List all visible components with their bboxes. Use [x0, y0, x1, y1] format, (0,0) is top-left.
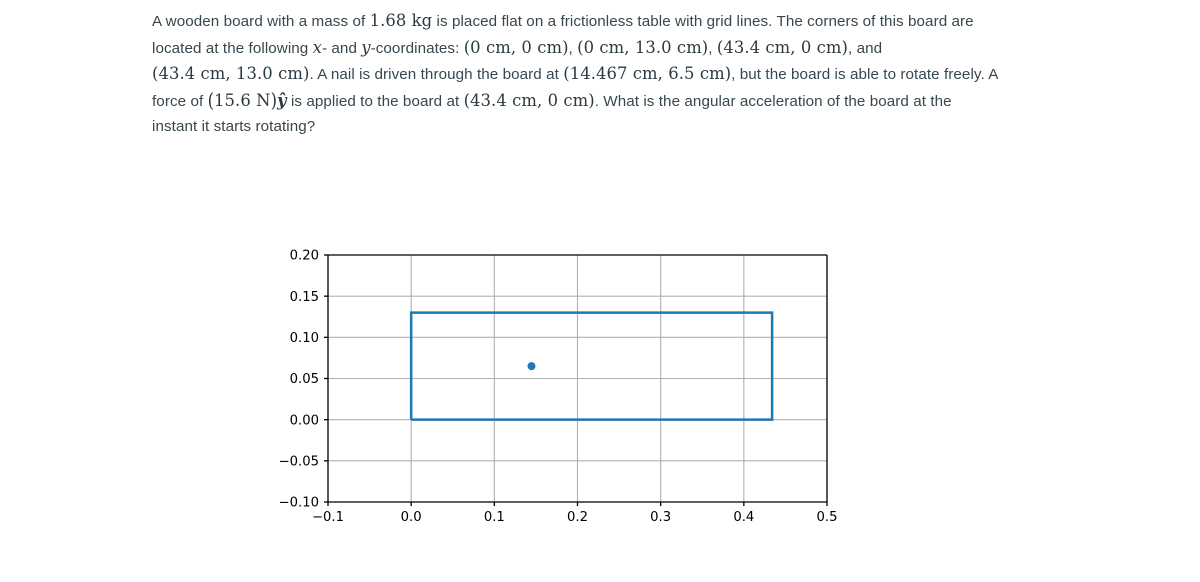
physics-diagram-figure: −0.1 0.0 0.1 0.2 0.3 0.4 0.5 0.20 0.15 0.10 0.05 0… — [0, 196, 1200, 582]
y-tick-label: −0.05 — [279, 454, 319, 469]
board-plot: −0.1 0.0 0.1 0.2 0.3 0.4 0.5 0.200.150.100.050… — [279, 249, 838, 525]
corner-separator-3: , and — [848, 39, 883, 57]
variable-y: y — [361, 37, 371, 57]
y-tick-label: 0.10 — [290, 331, 319, 346]
x-tick-label: 0.0 — [401, 510, 422, 525]
variable-x: x — [312, 37, 322, 57]
force-expression: (15.6 N)ŷ — [207, 88, 287, 112]
nail-coordinate: (14.467 cm, 6.5 cm) — [563, 64, 732, 83]
mass-value: 1.68 kg — [369, 11, 433, 30]
problem-text-segment-5: . A nail is driven through the board at — [309, 66, 564, 83]
y-tick-label: 0.00 — [290, 413, 319, 428]
x-tick-label: 0.5 — [817, 510, 838, 525]
corner-separator-2: , — [708, 39, 717, 57]
y-tick-label: −0.10 — [279, 496, 319, 511]
corner-coordinate-3: (43.4 cm, 0 cm) — [716, 37, 849, 57]
force-application-coordinate: (43.4 cm, 0 cm) — [463, 90, 595, 110]
y-tick-label: 0.20 — [290, 249, 319, 264]
y-tick-label: 0.05 — [290, 372, 319, 387]
problem-text-segment-7: is applied to the board at — [286, 92, 464, 110]
problem-statement: A wooden board with a mass of 1.68 kg is… — [152, 8, 1000, 140]
x-tick-label: 0.1 — [484, 510, 505, 525]
corner-coordinate-1: (0 cm, 0 cm) — [463, 37, 569, 57]
corner-coordinate-4: (43.4 cm, 13.0 cm) — [152, 64, 310, 83]
problem-text-segment-1: A wooden board with a mass of — [152, 13, 370, 30]
x-tick-label: 0.4 — [733, 510, 754, 525]
corner-coordinate-2: (0 cm, 13.0 cm) — [577, 37, 709, 57]
x-tick-label: −0.1 — [312, 510, 344, 525]
problem-text-segment-3: - and — [321, 39, 362, 57]
y-tick-labels: 0.20 0.15 0.10 0.05 0.00 −0.05 −0.10 — [279, 249, 319, 511]
corner-separator-1: , — [568, 39, 578, 57]
nail-point-marker — [527, 362, 536, 371]
x-tick-label: 0.2 — [567, 510, 588, 525]
x-tick-labels: −0.1 0.0 0.1 0.2 0.3 0.4 0.5 — [312, 510, 838, 525]
y-tick-label: 0.15 — [290, 290, 319, 305]
problem-text-segment-4: -coordinates: — [370, 39, 464, 57]
x-tick-label: 0.3 — [650, 510, 671, 525]
